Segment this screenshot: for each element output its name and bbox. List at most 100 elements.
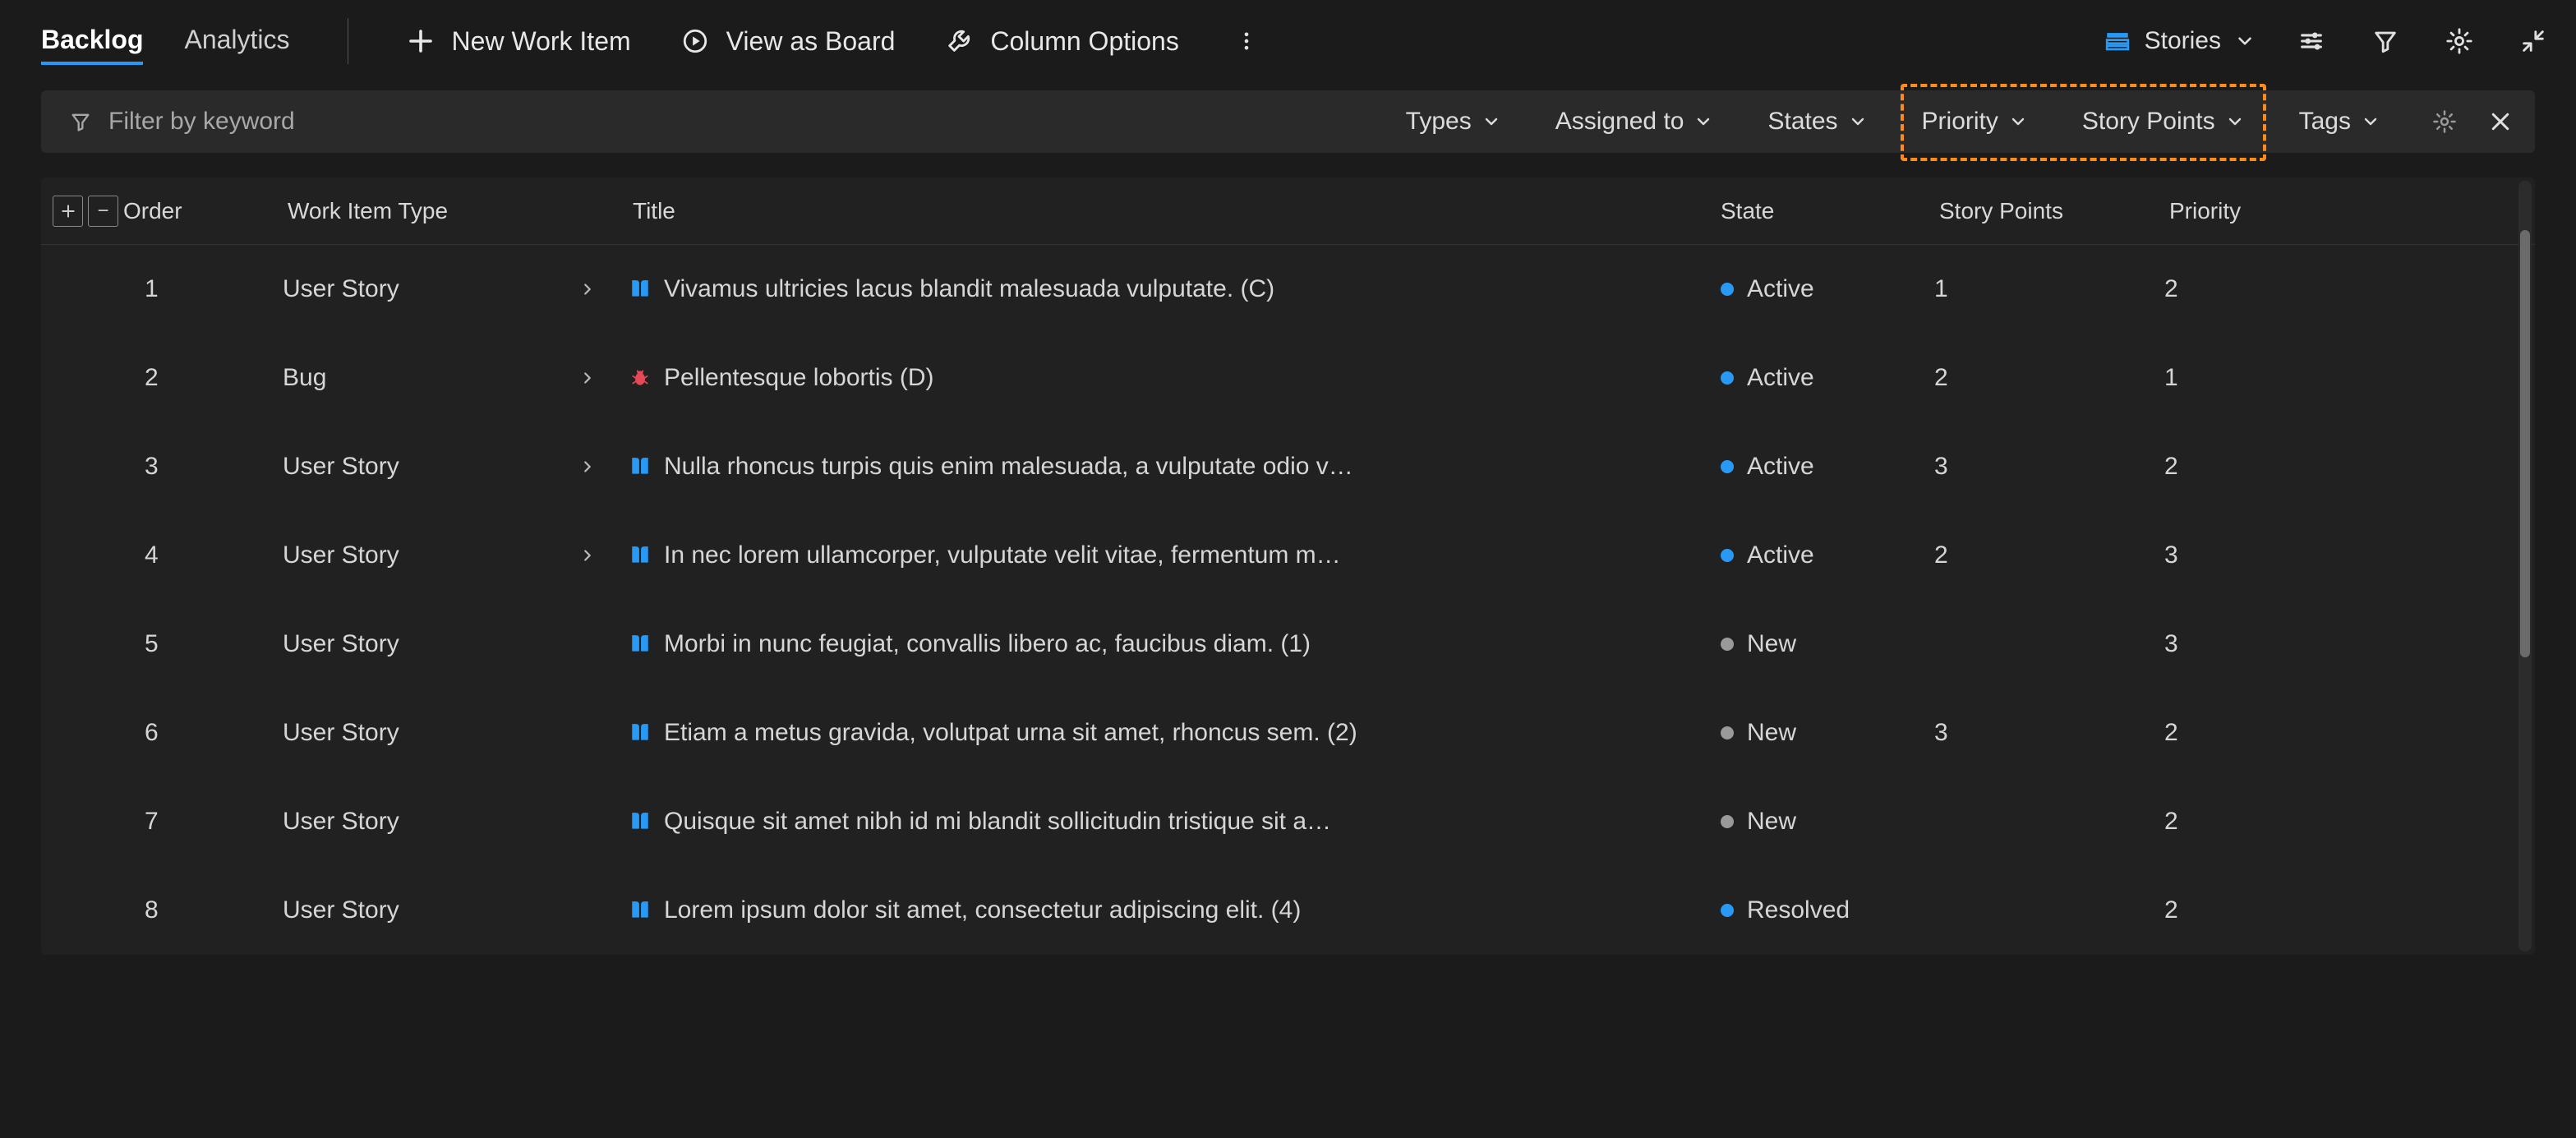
- filter-types[interactable]: Types: [1396, 101, 1511, 142]
- user-story-icon: [628, 454, 652, 479]
- cell-state: Active: [1671, 453, 1934, 481]
- filter-types-label: Types: [1406, 108, 1472, 136]
- cell-order: 6: [118, 719, 283, 747]
- expand-all-button[interactable]: [53, 196, 83, 227]
- table-row[interactable]: 8User StoryLorem ipsum dolor sit amet, c…: [41, 866, 2535, 955]
- table-row[interactable]: 4User StoryIn nec lorem ullamcorper, vul…: [41, 511, 2535, 600]
- cell-work-item-type: User Story: [283, 719, 578, 747]
- filter-story-points[interactable]: Story Points: [2072, 101, 2255, 142]
- state-dot-icon: [1721, 549, 1734, 562]
- tab-analytics[interactable]: Analytics: [184, 18, 289, 65]
- fullscreen-toggle-button[interactable]: [2515, 23, 2551, 59]
- expand-toggle[interactable]: [578, 369, 598, 387]
- chevron-right-icon: [578, 280, 597, 298]
- tab-backlog[interactable]: Backlog: [41, 18, 143, 65]
- collapse-all-button[interactable]: −: [88, 196, 118, 227]
- table-row[interactable]: 3User StoryNulla rhoncus turpis quis eni…: [41, 422, 2535, 511]
- title-text: Vivamus ultricies lacus blandit malesuad…: [664, 275, 1274, 303]
- backlog-level-selector[interactable]: Stories: [2104, 27, 2256, 55]
- sliders-icon: [2297, 27, 2325, 55]
- cell-title[interactable]: Vivamus ultricies lacus blandit malesuad…: [628, 275, 1671, 303]
- more-actions-button[interactable]: [1228, 23, 1265, 59]
- filter-bar: Filter by keyword Types Assigned to Stat…: [41, 90, 2535, 153]
- col-title[interactable]: Title: [628, 198, 1671, 224]
- filter-pills: Types Assigned to States Priority Story …: [1396, 101, 2390, 142]
- col-state[interactable]: State: [1671, 198, 1934, 224]
- chevron-down-icon: [2361, 112, 2380, 131]
- view-as-board-label: View as Board: [726, 26, 896, 57]
- funnel-icon: [2371, 27, 2399, 55]
- settings-button[interactable]: [2441, 23, 2477, 59]
- col-priority[interactable]: Priority: [2164, 198, 2411, 224]
- cell-story-points: 2: [1934, 541, 2164, 569]
- state-text: New: [1747, 630, 1796, 658]
- bug-icon: [628, 366, 652, 390]
- new-work-item-button[interactable]: New Work Item: [406, 26, 631, 57]
- title-text: Quisque sit amet nibh id mi blandit soll…: [664, 808, 1331, 836]
- gear-icon: [2432, 109, 2457, 134]
- cell-priority: 2: [2164, 719, 2411, 747]
- title-text: Nulla rhoncus turpis quis enim malesuada…: [664, 453, 1353, 481]
- filter-assigned-to[interactable]: Assigned to: [1546, 101, 1724, 142]
- scrollbar-thumb[interactable]: [2520, 230, 2530, 657]
- col-story-points[interactable]: Story Points: [1934, 198, 2164, 224]
- state-dot-icon: [1721, 815, 1734, 828]
- column-options-button[interactable]: Column Options: [944, 26, 1178, 57]
- expand-toggle[interactable]: [578, 546, 598, 564]
- filter-toggle-button[interactable]: [2367, 23, 2403, 59]
- cell-title[interactable]: Lorem ipsum dolor sit amet, consectetur …: [628, 896, 1671, 924]
- cell-title[interactable]: Nulla rhoncus turpis quis enim malesuada…: [628, 453, 1671, 481]
- filter-keyword-input[interactable]: Filter by keyword: [69, 108, 1375, 136]
- board-icon: [680, 26, 710, 56]
- expand-toggle[interactable]: [578, 458, 598, 476]
- table-row[interactable]: 1User StoryVivamus ultricies lacus bland…: [41, 245, 2535, 334]
- cell-order: 3: [118, 453, 283, 481]
- vertical-scrollbar[interactable]: [2518, 181, 2532, 951]
- chevron-right-icon: [578, 369, 597, 387]
- chevron-right-icon: [578, 546, 597, 564]
- cell-title[interactable]: Morbi in nunc feugiat, convallis libero …: [628, 630, 1671, 658]
- table-row[interactable]: 5User StoryMorbi in nunc feugiat, conval…: [41, 600, 2535, 689]
- cell-state: New: [1671, 630, 1934, 658]
- cell-title[interactable]: Quisque sit amet nibh id mi blandit soll…: [628, 808, 1671, 836]
- title-text: Etiam a metus gravida, volutpat urna sit…: [664, 719, 1357, 747]
- cell-story-points: 3: [1934, 453, 2164, 481]
- close-filter-button[interactable]: [2482, 104, 2518, 140]
- chevron-down-icon: [2008, 112, 2028, 131]
- column-options-label: Column Options: [990, 26, 1178, 57]
- cell-work-item-type: User Story: [283, 630, 578, 658]
- cell-title[interactable]: Etiam a metus gravida, volutpat urna sit…: [628, 719, 1671, 747]
- user-story-icon: [628, 277, 652, 302]
- filter-states[interactable]: States: [1758, 101, 1877, 142]
- view-options-button[interactable]: [2293, 23, 2329, 59]
- filter-priority-label: Priority: [1922, 108, 1998, 136]
- cell-title[interactable]: Pellentesque lobortis (D): [628, 364, 1671, 392]
- state-dot-icon: [1721, 638, 1734, 651]
- col-work-item-type[interactable]: Work Item Type: [283, 198, 578, 224]
- view-as-board-button[interactable]: View as Board: [680, 26, 896, 57]
- cell-state: Active: [1671, 364, 1934, 392]
- cell-story-points: 2: [1934, 364, 2164, 392]
- cell-title[interactable]: In nec lorem ullamcorper, vulputate veli…: [628, 541, 1671, 569]
- backlog-grid: − Order Work Item Type Title State Story…: [41, 177, 2535, 955]
- filter-story-points-label: Story Points: [2082, 108, 2215, 136]
- table-row[interactable]: 2BugPellentesque lobortis (D)Active21: [41, 334, 2535, 422]
- state-text: Active: [1747, 275, 1814, 303]
- cell-state: Resolved: [1671, 896, 1934, 924]
- state-text: Active: [1747, 364, 1814, 392]
- cell-work-item-type: User Story: [283, 275, 578, 303]
- cell-work-item-type: User Story: [283, 808, 578, 836]
- filter-tags[interactable]: Tags: [2289, 101, 2390, 142]
- user-story-icon: [628, 632, 652, 657]
- expand-toggle[interactable]: [578, 280, 598, 298]
- table-row[interactable]: 6User Story Etiam a metus gravida, volutp…: [41, 689, 2535, 777]
- title-text: Lorem ipsum dolor sit amet, consectetur …: [664, 896, 1301, 924]
- cell-work-item-type: User Story: [283, 541, 578, 569]
- filter-settings-button[interactable]: [2426, 104, 2463, 140]
- gear-icon: [2445, 27, 2473, 55]
- close-icon: [2488, 109, 2513, 134]
- table-row[interactable]: 7User StoryQuisque sit amet nibh id mi b…: [41, 777, 2535, 866]
- col-order[interactable]: Order: [118, 198, 283, 224]
- cell-state: Active: [1671, 275, 1934, 303]
- filter-priority[interactable]: Priority: [1912, 101, 2038, 142]
